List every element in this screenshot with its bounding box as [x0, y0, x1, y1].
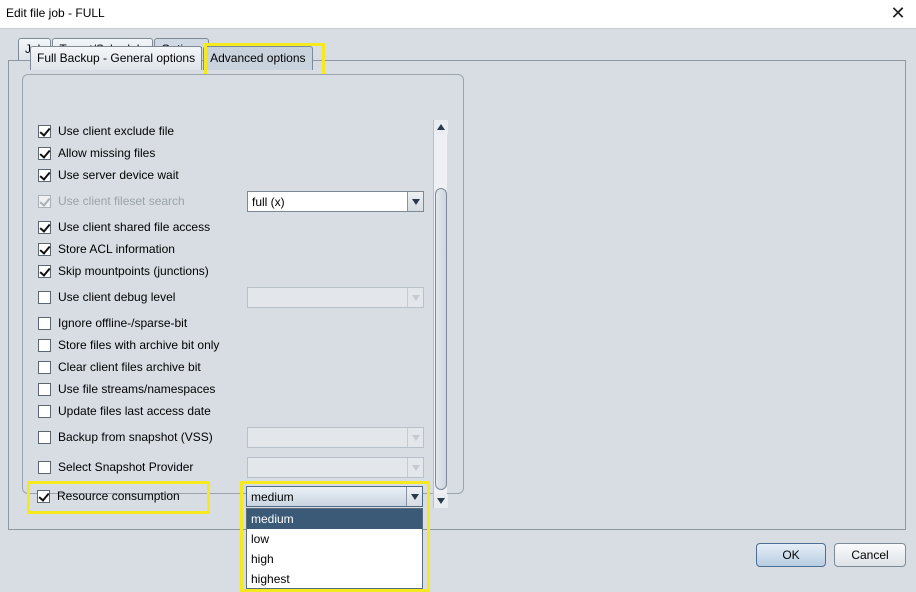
label-use-client-debug-level: Use client debug level [58, 290, 176, 304]
fileset-search-value: full (x) [252, 195, 285, 209]
checkbox-use-client-debug-level[interactable] [38, 290, 51, 304]
checkbox-clear-client-archive-bit[interactable] [38, 360, 51, 374]
options-scrollbar[interactable] [433, 120, 448, 508]
resource-consumption-dropdown: medium low high highest [246, 508, 423, 589]
label-store-archive-bit-only: Store files with archive bit only [58, 338, 220, 352]
checkbox-select-snapshot-provider[interactable] [38, 460, 51, 474]
resource-consumption-value: medium [251, 490, 294, 504]
label-resource-consumption: Resource consumption [57, 489, 180, 503]
checkbox-skip-mountpoints[interactable] [38, 264, 51, 278]
option-allow-missing-files[interactable]: Allow missing files [38, 144, 155, 162]
window-title: Edit file job - FULL [6, 6, 105, 20]
label-use-client-shared-file-access: Use client shared file access [58, 220, 211, 234]
ok-button[interactable]: OK [756, 543, 826, 567]
checkbox-use-client-shared-file-access[interactable] [38, 220, 51, 234]
chevron-down-icon [407, 458, 423, 477]
chevron-down-icon[interactable] [407, 192, 423, 211]
checkbox-ignore-offline-sparse[interactable] [38, 316, 51, 330]
dropdown-option-medium[interactable]: medium [247, 509, 422, 529]
option-ignore-offline-sparse[interactable]: Ignore offline-/sparse-bit [38, 314, 187, 332]
options-subtabs: Full Backup - General options Advanced o… [30, 46, 314, 70]
debug-level-select [247, 287, 424, 308]
options-list: Use client exclude file Allow missing fi… [32, 91, 448, 483]
option-use-client-shared-file-access[interactable]: Use client shared file access [38, 218, 210, 236]
option-use-client-debug-level[interactable]: Use client debug level [38, 288, 175, 306]
checkbox-backup-from-snapshot[interactable] [38, 430, 51, 444]
checkbox-use-client-exclude-file[interactable] [38, 124, 51, 138]
option-backup-from-snapshot[interactable]: Backup from snapshot (VSS) [38, 428, 213, 446]
option-resource-consumption[interactable]: Resource consumption [37, 487, 180, 505]
label-update-last-access-date: Update files last access date [58, 404, 211, 418]
cancel-button[interactable]: Cancel [834, 543, 906, 567]
dropdown-option-highest[interactable]: highest [247, 569, 422, 589]
option-use-client-exclude-file[interactable]: Use client exclude file [38, 122, 174, 140]
checkbox-use-file-streams[interactable] [38, 382, 51, 396]
option-store-acl-information[interactable]: Store ACL information [38, 240, 175, 258]
snapshot-select [247, 427, 424, 448]
scrollbar-thumb[interactable] [435, 188, 447, 490]
label-select-snapshot-provider: Select Snapshot Provider [58, 460, 194, 474]
label-use-client-exclude-file: Use client exclude file [58, 124, 175, 138]
option-use-file-streams[interactable]: Use file streams/namespaces [38, 380, 215, 398]
tab-advanced-options[interactable]: Advanced options [203, 46, 313, 70]
option-clear-client-archive-bit[interactable]: Clear client files archive bit [38, 358, 201, 376]
label-ignore-offline-sparse: Ignore offline-/sparse-bit [58, 316, 188, 330]
option-store-archive-bit-only[interactable]: Store files with archive bit only [38, 336, 219, 354]
label-allow-missing-files: Allow missing files [58, 146, 156, 160]
option-skip-mountpoints[interactable]: Skip mountpoints (junctions) [38, 262, 209, 280]
label-use-client-fileset-search: Use client fileset search [58, 194, 185, 208]
close-icon[interactable]: ✕ [886, 2, 910, 24]
label-backup-from-snapshot: Backup from snapshot (VSS) [58, 430, 213, 444]
checkbox-resource-consumption[interactable] [37, 489, 50, 503]
snapshot-provider-select [247, 457, 424, 478]
scroll-up-icon[interactable] [434, 120, 448, 134]
scroll-down-icon[interactable] [434, 494, 448, 508]
chevron-down-icon [407, 428, 423, 447]
option-use-client-fileset-search: Use client fileset search [38, 192, 185, 210]
advanced-options-panel: Use client exclude file Allow missing fi… [22, 74, 464, 494]
dropdown-option-high[interactable]: high [247, 549, 422, 569]
label-use-file-streams: Use file streams/namespaces [58, 382, 216, 396]
label-skip-mountpoints: Skip mountpoints (junctions) [58, 264, 209, 278]
chevron-down-icon[interactable] [406, 487, 422, 506]
option-select-snapshot-provider[interactable]: Select Snapshot Provider [38, 458, 193, 476]
dropdown-option-low[interactable]: low [247, 529, 422, 549]
checkbox-use-client-fileset-search [38, 194, 51, 208]
tab-general-options[interactable]: Full Backup - General options [30, 46, 203, 70]
label-use-server-device-wait: Use server device wait [58, 168, 179, 182]
label-store-acl-information: Store ACL information [58, 242, 175, 256]
resource-consumption-select[interactable]: medium [246, 486, 423, 507]
label-clear-client-archive-bit: Clear client files archive bit [58, 360, 201, 374]
checkbox-store-acl-information[interactable] [38, 242, 51, 256]
title-bar: Edit file job - FULL ✕ [0, 0, 916, 28]
option-update-last-access-date[interactable]: Update files last access date [38, 402, 211, 420]
option-use-server-device-wait[interactable]: Use server device wait [38, 166, 179, 184]
checkbox-update-last-access-date[interactable] [38, 404, 51, 418]
checkbox-use-server-device-wait[interactable] [38, 168, 51, 182]
fileset-search-select[interactable]: full (x) [247, 191, 424, 212]
checkbox-allow-missing-files[interactable] [38, 146, 51, 160]
chevron-down-icon [407, 288, 423, 307]
checkbox-store-archive-bit-only[interactable] [38, 338, 51, 352]
